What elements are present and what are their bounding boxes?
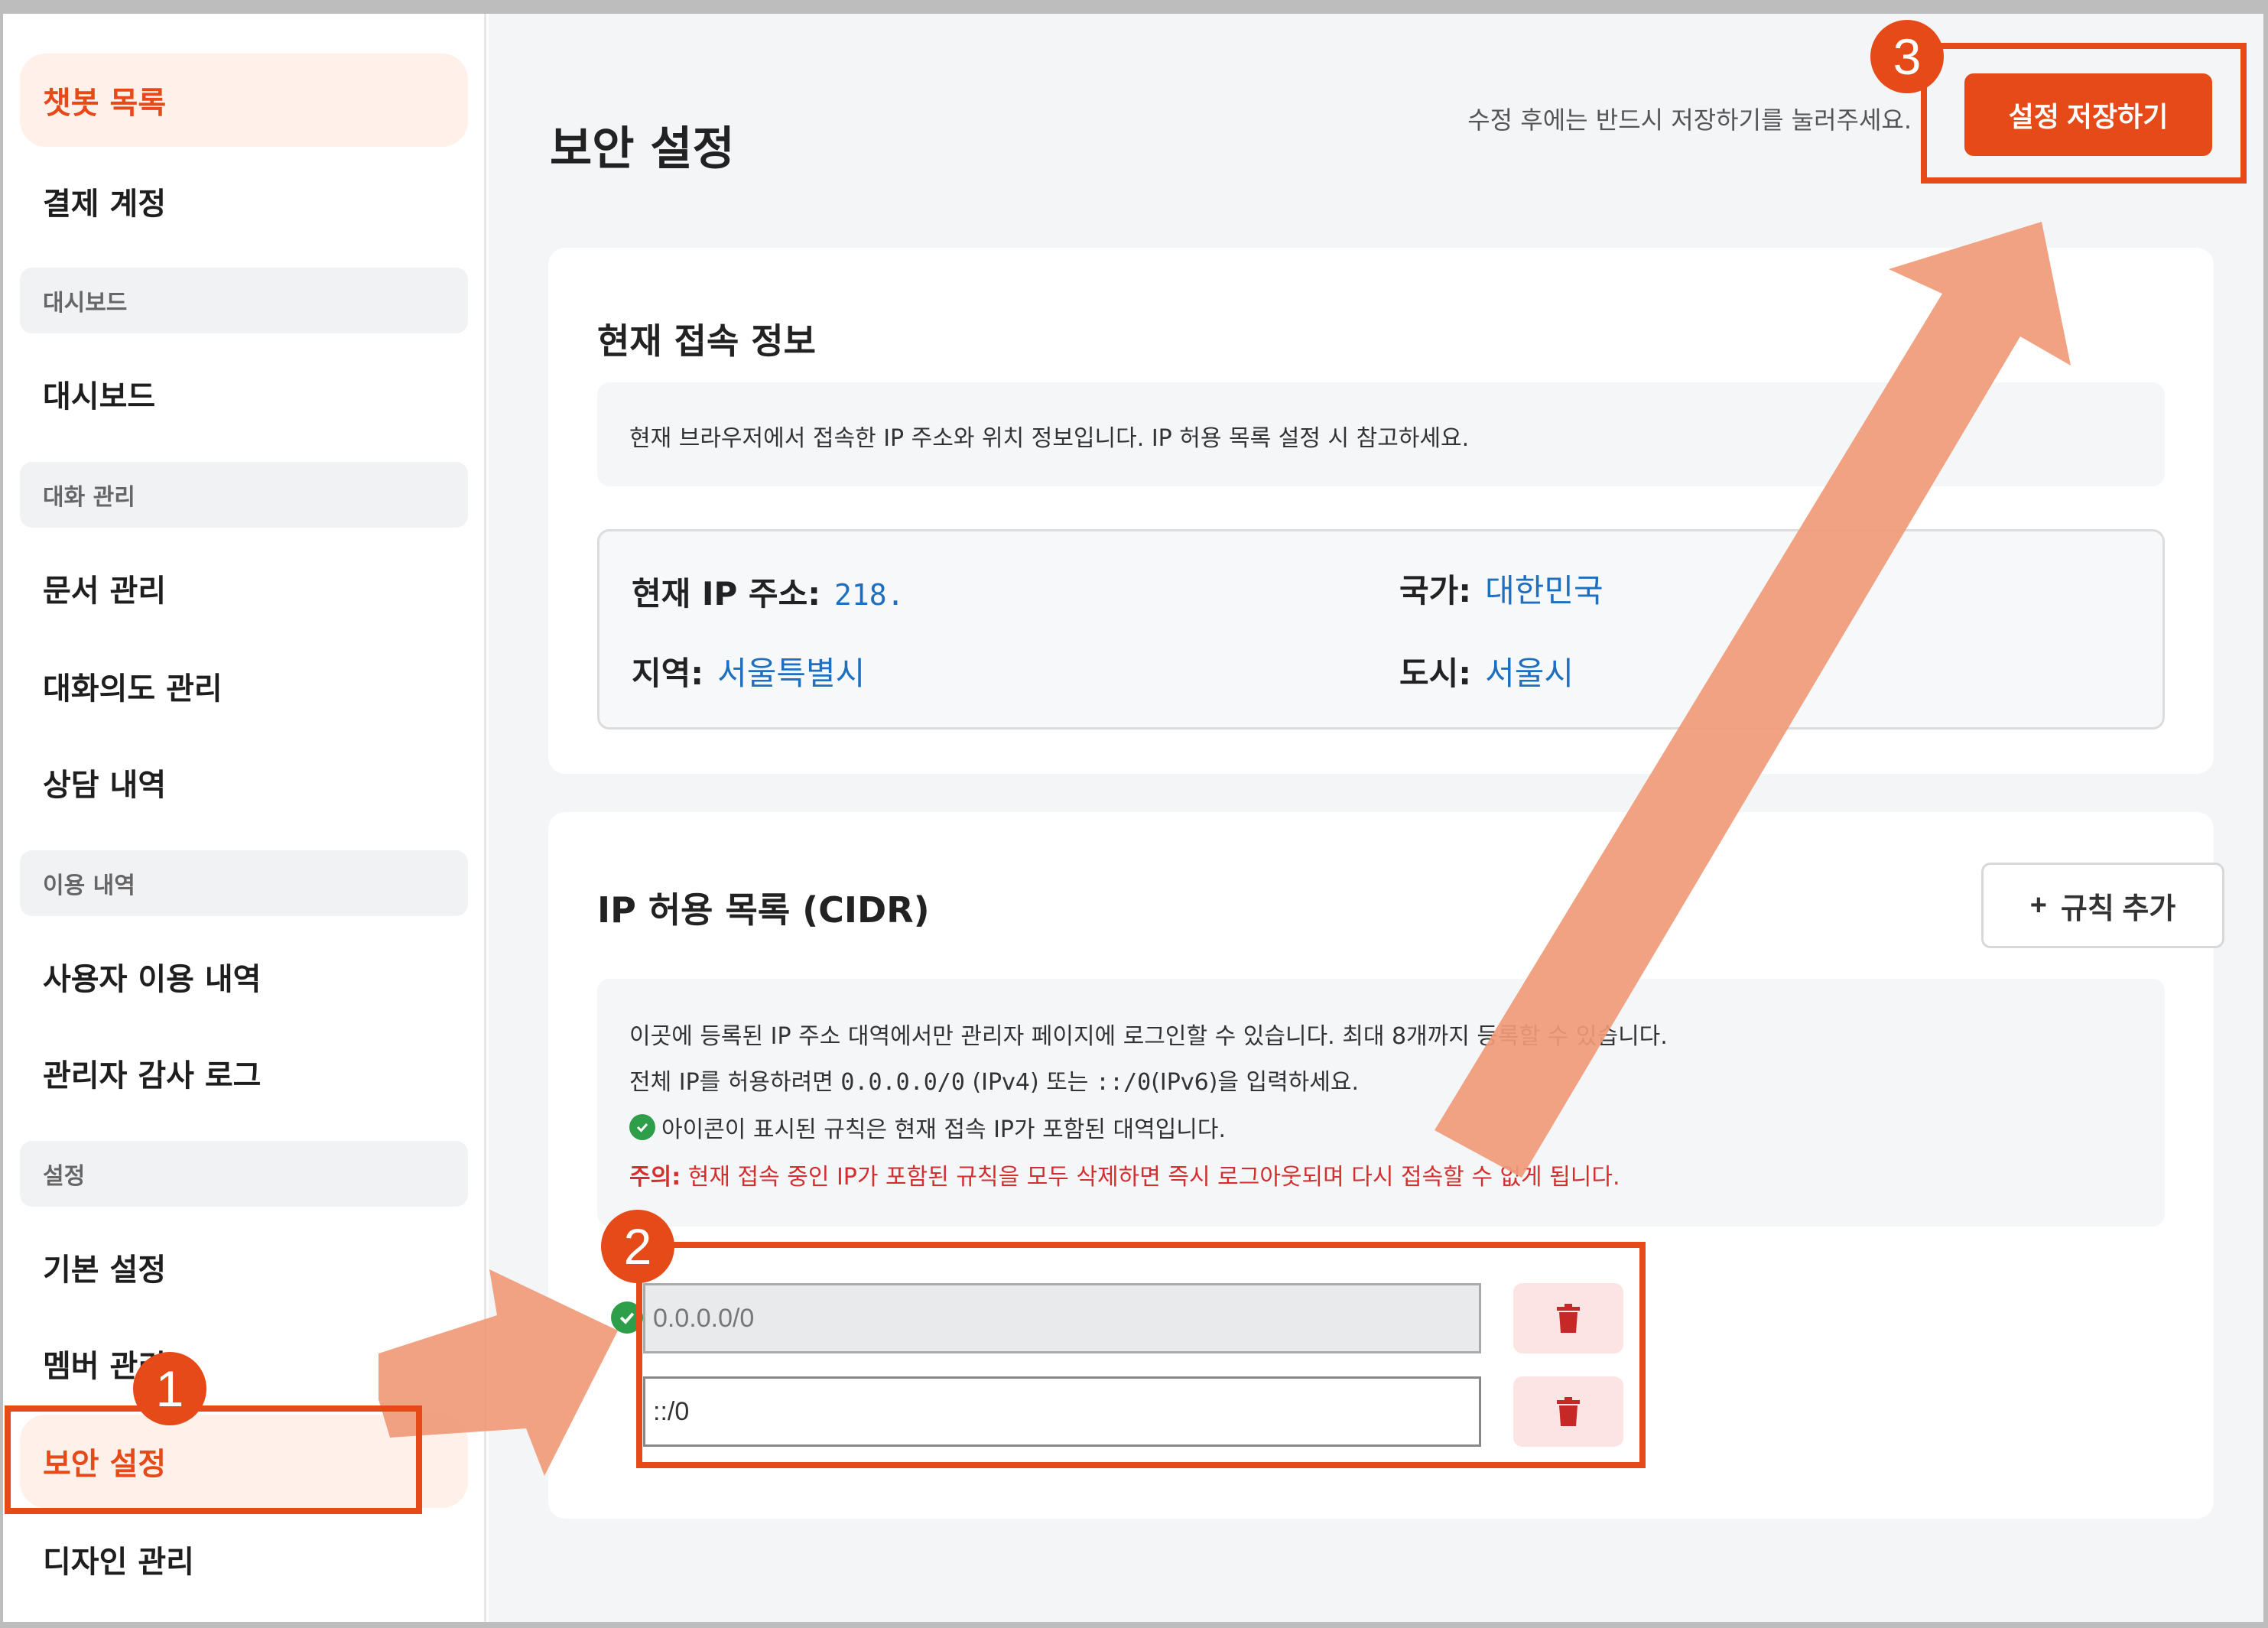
sidebar-item-label: 기본 설정: [43, 1253, 167, 1288]
country: 국가: 대한민국: [1399, 565, 1604, 612]
allowlist-help-box: 이곳에 등록된 IP 주소 대역에서만 관리자 페이지에 로그인할 수 있습니다…: [597, 979, 2165, 1227]
step-badge-2: 2: [601, 1210, 674, 1283]
ipv4-all-example: 0.0.0.0/0: [840, 1069, 965, 1096]
allowlist-help-line3: 아이콘이 표시된 규칙은 현재 접속 IP가 포함된 대역입니다.: [629, 1110, 1226, 1144]
sidebar: 챗봇 목록 결제 계정 대시보드 대시보드 대화 관리 문서 관리 대화의도 관…: [3, 14, 486, 1622]
add-rule-label: 규칙 추가: [2060, 892, 2176, 925]
current-connection-title: 현재 접속 정보: [597, 320, 816, 362]
region: 지역: 서울특별시: [632, 648, 865, 694]
region-value: 서울특별시: [717, 655, 866, 692]
ipv6-all-example: ::/0: [1095, 1069, 1152, 1096]
sidebar-item-consultations[interactable]: 상담 내역: [20, 736, 468, 829]
sidebar-item-label: 관리자 감사 로그: [43, 1058, 262, 1093]
sidebar-item-label: 대화의도 관리: [43, 671, 223, 707]
sidebar-item-user-usage[interactable]: 사용자 이용 내역: [20, 930, 468, 1023]
step-badge-3: 3: [1870, 20, 1944, 93]
current-connection-desc: 현재 브라우저에서 접속한 IP 주소와 위치 정보입니다. IP 허용 목록 …: [629, 425, 1470, 452]
sidebar-section-settings: 설정: [20, 1141, 468, 1207]
plus-icon: +: [2029, 889, 2047, 921]
sidebar-section-usage: 이용 내역: [20, 850, 468, 916]
current-ip-label: 현재 IP 주소:: [632, 575, 821, 613]
sidebar-item-documents[interactable]: 문서 관리: [20, 541, 468, 635]
ip-allowlist-title: IP 허용 목록 (CIDR): [597, 889, 930, 931]
sidebar-item-label: 상담 내역: [43, 768, 167, 803]
sidebar-item-billing[interactable]: 결제 계정: [20, 154, 468, 248]
save-hint: 수정 후에는 반드시 저장하기를 눌러주세요.: [1467, 106, 1912, 135]
current-connection-card: 현재 접속 정보 현재 브라우저에서 접속한 IP 주소와 위치 정보입니다. …: [548, 248, 2214, 774]
region-label: 지역:: [632, 655, 704, 692]
sidebar-item-label: 챗봇 목록: [43, 86, 167, 121]
current-connection-details: 현재 IP 주소: 218. 국가: 대한민국 지역: 서울특별시 도시: 서울시: [597, 529, 2165, 730]
sidebar-item-label: 사용자 이용 내역: [43, 962, 262, 997]
sidebar-item-members[interactable]: 멤버 관리: [20, 1317, 468, 1410]
add-rule-button[interactable]: + 규칙 추가: [1981, 863, 2224, 948]
sidebar-item-basic-settings[interactable]: 기본 설정: [20, 1220, 468, 1314]
allowlist-help-line2: 전체 IP를 허용하려면 0.0.0.0/0 (IPv4) 또는 ::/0(IP…: [629, 1063, 1359, 1097]
page-title: 보안 설정: [550, 122, 735, 176]
sidebar-item-audit-log[interactable]: 관리자 감사 로그: [20, 1026, 468, 1119]
sidebar-item-label: 문서 관리: [43, 574, 167, 609]
step-badge-1: 1: [133, 1352, 206, 1425]
current-ip: 현재 IP 주소: 218.: [632, 568, 905, 615]
current-ip-value: 218.: [834, 578, 905, 612]
highlight-security-menu: [5, 1405, 422, 1514]
line3-text: 아이콘이 표시된 규칙은 현재 접속 IP가 포함된 대역입니다.: [661, 1116, 1227, 1143]
sidebar-section-label: 대시보드: [43, 290, 128, 317]
sidebar-section-conversation: 대화 관리: [20, 462, 468, 528]
warning-label: 주의:: [629, 1164, 681, 1191]
sidebar-item-intents[interactable]: 대화의도 관리: [20, 639, 468, 733]
sidebar-item-label: 디자인 관리: [43, 1545, 194, 1580]
sidebar-item-label: 대시보드: [43, 379, 156, 414]
sidebar-item-design[interactable]: 디자인 관리: [20, 1513, 468, 1606]
city-value: 서울시: [1485, 655, 1574, 692]
current-connection-desc-box: 현재 브라우저에서 접속한 IP 주소와 위치 정보입니다. IP 허용 목록 …: [597, 382, 2165, 486]
sidebar-item-chatbot-list[interactable]: 챗봇 목록: [20, 54, 468, 147]
sidebar-section-dashboard: 대시보드: [20, 268, 468, 333]
country-label: 국가:: [1399, 572, 1472, 609]
sidebar-item-dashboard[interactable]: 대시보드: [20, 347, 468, 440]
highlight-rules: [636, 1242, 1646, 1468]
city: 도시: 서울시: [1399, 648, 1574, 694]
country-value: 대한민국: [1485, 572, 1604, 609]
sidebar-section-label: 대화 관리: [43, 484, 135, 511]
warning-text: 현재 접속 중인 IP가 포함된 규칙을 모두 삭제하면 즉시 로그아웃되며 다…: [687, 1164, 1620, 1191]
highlight-save-button: [1921, 43, 2247, 184]
city-label: 도시:: [1399, 655, 1472, 692]
sidebar-section-label: 설정: [43, 1163, 86, 1190]
allowlist-warning: 주의: 현재 접속 중인 IP가 포함된 규칙을 모두 삭제하면 즉시 로그아웃…: [629, 1158, 1620, 1191]
line2-mid: (IPv4) 또는: [972, 1069, 1089, 1096]
check-circle-icon: [629, 1114, 655, 1140]
sidebar-section-label: 이용 내역: [43, 872, 135, 899]
allowlist-help-line1: 이곳에 등록된 IP 주소 대역에서만 관리자 페이지에 로그인할 수 있습니다…: [629, 1023, 1668, 1050]
line2-suffix: (IPv6)을 입력하세요.: [1151, 1069, 1360, 1096]
sidebar-item-label: 결제 계정: [43, 187, 167, 222]
line2-prefix: 전체 IP를 허용하려면: [629, 1069, 833, 1096]
